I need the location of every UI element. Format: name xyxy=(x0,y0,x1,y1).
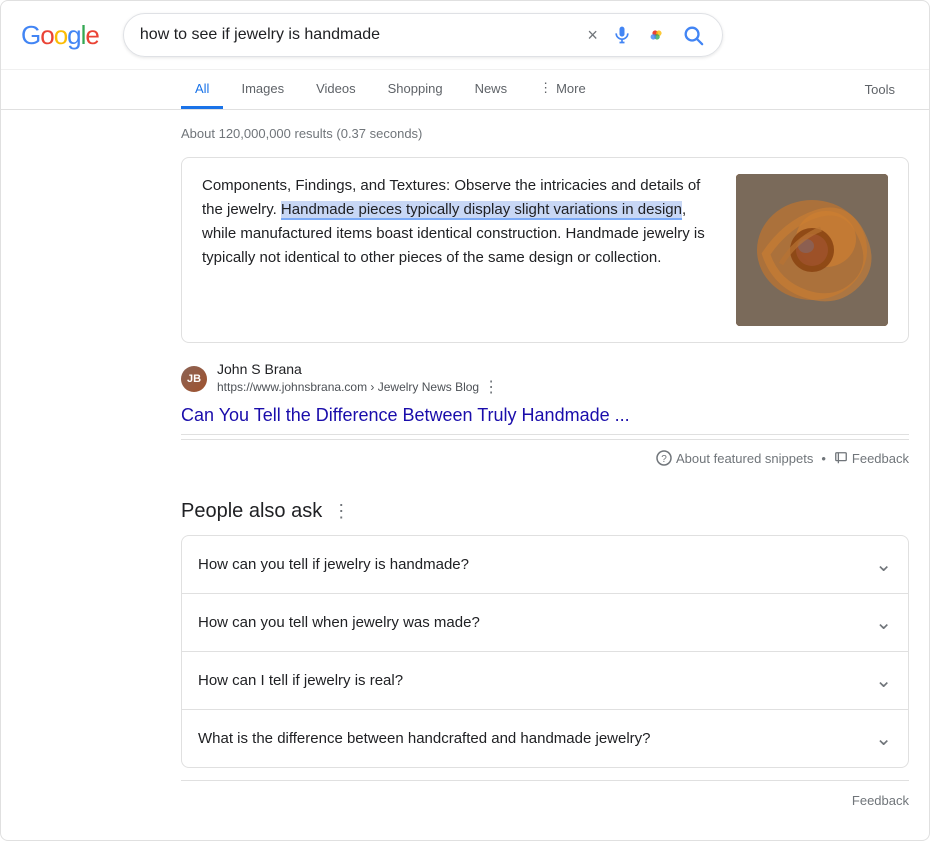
source-favicon: JB xyxy=(181,366,207,392)
paa-section: People also ask ⋮ How can you tell if je… xyxy=(181,500,909,820)
chevron-down-icon: ⌄ xyxy=(875,668,892,693)
image-search-button[interactable] xyxy=(644,22,670,48)
main-content: About 120,000,000 results (0.37 seconds)… xyxy=(1,110,929,840)
logo-letter-e: e xyxy=(85,20,98,51)
snippet-image-inner xyxy=(736,174,888,326)
result-link[interactable]: Can You Tell the Difference Between Trul… xyxy=(181,401,909,434)
snippet-text: Components, Findings, and Textures: Obse… xyxy=(202,174,716,326)
tab-news[interactable]: News xyxy=(461,71,522,109)
logo-letter-o1: o xyxy=(40,20,53,51)
featured-snippet: Components, Findings, and Textures: Obse… xyxy=(181,157,909,343)
more-dots-icon: ⋮ xyxy=(539,80,552,96)
source-details: John S Brana https://www.johnsbrana.com … xyxy=(217,361,499,397)
paa-more-button[interactable]: ⋮ xyxy=(332,501,350,522)
chevron-down-icon: ⌄ xyxy=(875,726,892,751)
paa-title: People also ask xyxy=(181,500,322,523)
logo-letter-g2: g xyxy=(67,20,80,51)
snippet-footer: ? About featured snippets • Feedback xyxy=(181,439,909,476)
question-circle-icon: ? xyxy=(656,450,672,466)
tab-shopping[interactable]: Shopping xyxy=(374,71,457,109)
tab-images[interactable]: Images xyxy=(227,71,298,109)
tab-videos[interactable]: Videos xyxy=(302,71,370,109)
search-button[interactable] xyxy=(680,22,706,48)
paa-item[interactable]: How can you tell if jewelry is handmade?… xyxy=(181,535,909,593)
paa-item[interactable]: What is the difference between handcraft… xyxy=(181,709,909,768)
logo-letter-o2: o xyxy=(54,20,67,51)
logo-letter-g: G xyxy=(21,20,40,51)
feedback-button[interactable]: Feedback xyxy=(834,451,909,466)
voice-search-button[interactable] xyxy=(610,23,634,47)
tab-all[interactable]: All xyxy=(181,71,223,109)
chevron-down-icon: ⌄ xyxy=(875,610,892,635)
about-featured-snippets[interactable]: ? About featured snippets xyxy=(656,450,813,466)
nav-tabs: All Images Videos Shopping News ⋮ More T… xyxy=(1,70,929,110)
clear-button[interactable]: × xyxy=(585,23,600,48)
tab-more[interactable]: ⋮ More xyxy=(525,70,600,109)
search-icons: × xyxy=(585,22,706,48)
chevron-down-icon: ⌄ xyxy=(875,552,892,577)
snippet-highlighted-text: Handmade pieces typically display slight… xyxy=(281,201,682,220)
paa-item[interactable]: How can you tell when jewelry was made? … xyxy=(181,593,909,651)
search-bar: × xyxy=(123,13,723,57)
search-input[interactable] xyxy=(140,26,577,44)
google-logo: Google xyxy=(21,20,99,51)
source-url-more-icon[interactable]: ⋮ xyxy=(483,377,499,397)
paa-item[interactable]: How can I tell if jewelry is real? ⌄ xyxy=(181,651,909,709)
page-wrapper: Google × xyxy=(0,0,930,841)
source-url: https://www.johnsbrana.com › Jewelry New… xyxy=(217,377,499,397)
paa-items-list: How can you tell if jewelry is handmade?… xyxy=(181,535,909,768)
footer-dot: • xyxy=(821,451,826,466)
bottom-feedback[interactable]: Feedback xyxy=(181,781,909,820)
paa-header: People also ask ⋮ xyxy=(181,500,909,523)
source-name: John S Brana xyxy=(217,361,499,377)
source-info: JB John S Brana https://www.johnsbrana.c… xyxy=(181,351,909,401)
snippet-image xyxy=(736,174,888,326)
snippet-divider xyxy=(181,434,909,435)
svg-text:?: ? xyxy=(661,454,667,465)
header: Google × xyxy=(1,1,929,70)
feedback-flag-icon xyxy=(834,451,848,465)
results-count: About 120,000,000 results (0.37 seconds) xyxy=(181,118,909,157)
tools-tab[interactable]: Tools xyxy=(851,72,909,107)
